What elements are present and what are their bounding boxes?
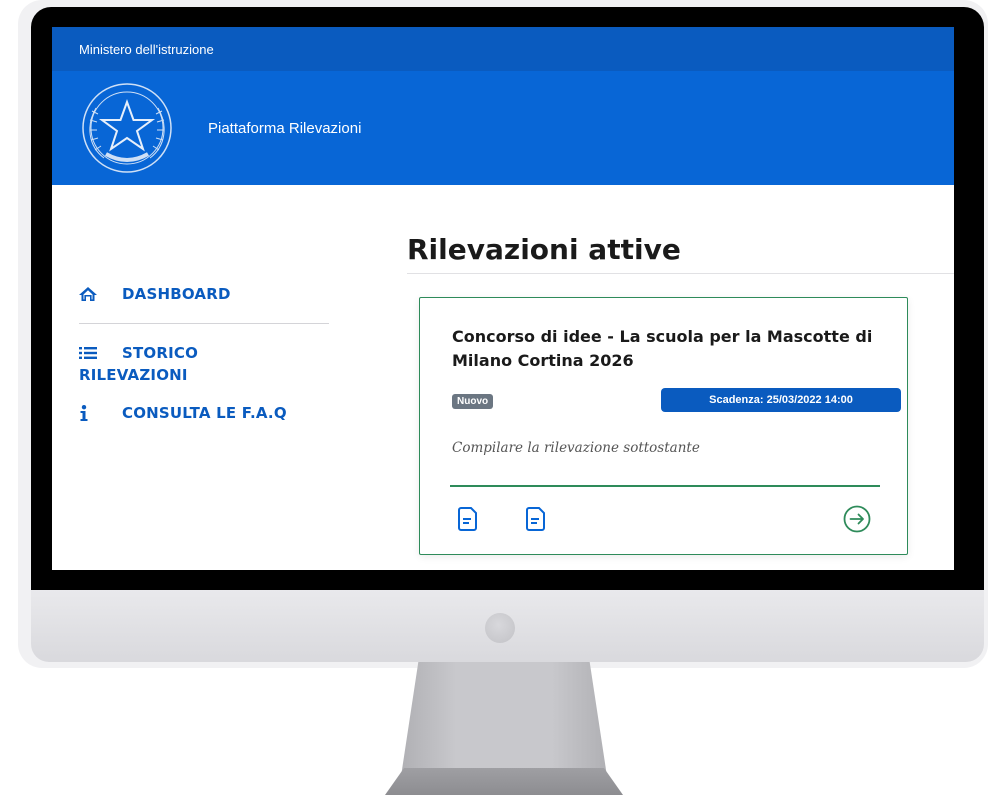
ministry-name[interactable]: Ministero dell'istruzione [79, 42, 214, 57]
list-icon [79, 342, 122, 364]
survey-title: Concorso di idee - La scuola per la Masc… [452, 327, 873, 370]
document-icon [458, 507, 477, 531]
deadline-badge: Scadenza: 25/03/2022 14:00 [661, 388, 901, 412]
sidebar-item-label: DASHBOARD [122, 285, 231, 303]
sidebar-item-label: CONSULTA LE F.A.Q [122, 404, 287, 422]
sidebar-item-label: STORICO [122, 344, 199, 362]
monitor-foot [385, 768, 623, 795]
sidebar-item-label-line2: RILEVAZIONI [79, 366, 188, 384]
monitor-stand [401, 662, 607, 772]
card-divider [450, 485, 880, 487]
document-icon [526, 507, 545, 531]
sidebar-item-faq[interactable]: CONSULTA LE F.A.Q [79, 402, 331, 424]
survey-description: Compilare la rilevazione sottostante [452, 440, 700, 456]
info-icon [79, 402, 122, 424]
survey-card: Concorso di idee - La scuola per la Masc… [419, 297, 908, 555]
screen: Ministero dell'istruzione Piattaforma Ri… [52, 27, 954, 570]
document-button-1[interactable] [456, 506, 480, 532]
page-title: Rilevazioni attive [407, 233, 681, 266]
ministry-bar: Ministero dell'istruzione [52, 27, 954, 71]
sidebar-divider [79, 323, 329, 324]
monitor-logo [485, 613, 515, 643]
republic-emblem-icon [82, 83, 172, 173]
sidebar-item-storico-rilevazioni[interactable]: STORICO RILEVAZIONI [79, 342, 331, 386]
status-badge: Nuovo [452, 394, 494, 409]
document-button-2[interactable] [524, 506, 548, 532]
home-icon [79, 283, 122, 305]
sidebar-item-dashboard[interactable]: DASHBOARD [79, 283, 331, 305]
open-survey-button[interactable] [842, 504, 872, 534]
arrow-right-circle-icon [843, 505, 871, 533]
sidebar-nav: DASHBOARD STORICO RILEVAZIONI CONSULTA L… [79, 275, 331, 424]
title-divider [407, 273, 954, 274]
platform-title[interactable]: Piattaforma Rilevazioni [208, 120, 361, 137]
site-header: Piattaforma Rilevazioni [52, 71, 954, 185]
